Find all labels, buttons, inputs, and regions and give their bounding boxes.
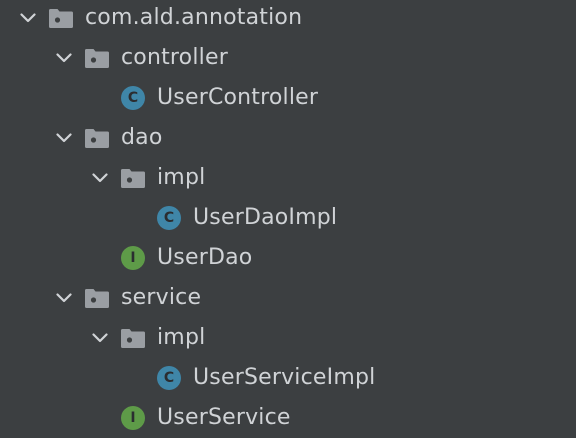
class-badge: C — [157, 366, 181, 390]
tree-node-dao[interactable]: dao — [0, 118, 576, 158]
tree-node-label: UserDaoImpl — [193, 205, 338, 230]
class-icon: C — [120, 85, 146, 111]
tree-node-label: impl — [157, 165, 206, 190]
package-folder-icon — [84, 45, 110, 71]
class-icon: C — [156, 205, 182, 231]
tree-node-controller[interactable]: controller — [0, 38, 576, 78]
tree-node-label: impl — [157, 325, 206, 350]
tree-node-label: dao — [121, 125, 163, 150]
chevron-down-icon[interactable] — [90, 168, 110, 188]
chevron-down-icon[interactable] — [54, 288, 74, 308]
chevron-down-icon[interactable] — [90, 328, 110, 348]
tree-node-label: com.ald.annotation — [85, 5, 303, 30]
interface-badge: I — [121, 406, 145, 430]
package-folder-icon — [84, 285, 110, 311]
chevron-down-icon[interactable] — [54, 48, 74, 68]
class-icon: C — [156, 365, 182, 391]
tree-node-userdaoimpl[interactable]: C UserDaoImpl — [0, 198, 576, 238]
interface-badge: I — [121, 246, 145, 270]
tree-node-usercontroller[interactable]: C UserController — [0, 78, 576, 118]
tree-node-label: UserController — [157, 85, 319, 110]
tree-node-label: UserDao — [157, 245, 253, 270]
package-folder-icon — [84, 125, 110, 151]
tree-node-service[interactable]: service — [0, 278, 576, 318]
tree-node-com-ald-annotation[interactable]: com.ald.annotation — [0, 0, 576, 38]
package-folder-icon — [120, 325, 146, 351]
class-badge: C — [157, 206, 181, 230]
project-tree: com.ald.annotation controller C UserControl… — [0, 0, 576, 438]
package-folder-icon — [48, 5, 74, 31]
tree-node-label: UserServiceImpl — [193, 365, 376, 390]
chevron-down-icon[interactable] — [18, 8, 38, 28]
tree-node-impl[interactable]: impl — [0, 158, 576, 198]
package-folder-icon — [120, 165, 146, 191]
tree-node-impl[interactable]: impl — [0, 318, 576, 358]
class-badge: C — [121, 86, 145, 110]
tree-node-userdao[interactable]: I UserDao — [0, 238, 576, 278]
interface-icon: I — [120, 405, 146, 431]
chevron-down-icon[interactable] — [54, 128, 74, 148]
tree-node-userserviceimpl[interactable]: C UserServiceImpl — [0, 358, 576, 398]
tree-node-label: UserService — [157, 405, 291, 430]
tree-node-label: controller — [121, 45, 228, 70]
tree-node-userservice[interactable]: I UserService — [0, 398, 576, 438]
tree-node-label: service — [121, 285, 202, 310]
interface-icon: I — [120, 245, 146, 271]
